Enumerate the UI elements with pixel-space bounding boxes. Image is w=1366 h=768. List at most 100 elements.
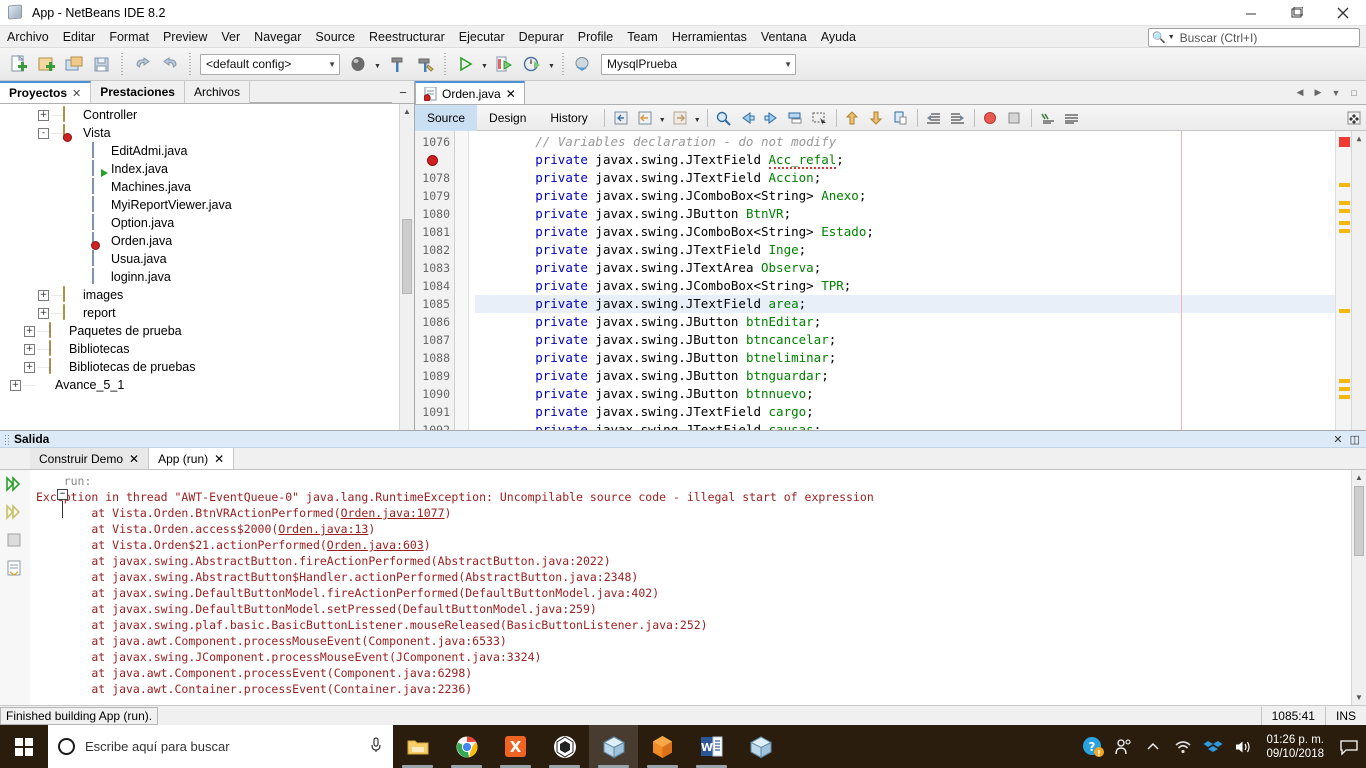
find-selection-icon[interactable] [712,107,736,129]
output-line[interactable]: at javax.swing.DefaultButtonModel.fireAc… [36,585,1366,601]
output-line[interactable]: at java.awt.Container.processEvent(Conta… [36,681,1366,697]
drag-handle[interactable] [4,433,10,445]
output-line[interactable]: at javax.swing.JComponent.processMouseEv… [36,649,1366,665]
build-project-button[interactable] [345,51,371,77]
toggle-highlight-icon[interactable] [784,107,808,129]
scrollbar-thumb[interactable] [1354,486,1364,556]
run-project-button[interactable] [452,51,478,77]
tab-design[interactable]: Design [477,105,538,131]
tree-item-paquetes-de-prueba[interactable]: + Paquetes de prueba [0,322,414,340]
warning-annotation[interactable] [1339,395,1350,399]
expand-icon[interactable]: + [24,361,35,373]
scroll-up-icon[interactable]: ▲ [1352,470,1366,485]
maximize-editor-icon[interactable]: □ [1346,88,1362,98]
chevron-down-icon[interactable]: ▼ [479,51,490,77]
config-select[interactable]: <default config> ▼ [200,53,340,75]
close-output-button[interactable]: ✕ [1333,433,1342,446]
tree-item-bibliotecas-de-pruebas[interactable]: + Bibliotecas de pruebas [0,358,414,376]
menu-profile[interactable]: Profile [571,28,620,46]
output-line[interactable]: at Vista.Orden$21.actionPerformed(Orden.… [36,537,1366,553]
database-connect-icon[interactable] [570,51,596,77]
show-hidden-icons-icon[interactable] [1138,725,1168,768]
menu-reestructurar[interactable]: Reestructurar [362,28,452,46]
output-line[interactable]: run: [36,473,1366,489]
stop-macro-recording-icon[interactable] [1003,107,1027,129]
collapse-stacktrace-icon[interactable]: − [57,489,68,500]
menu-navegar[interactable]: Navegar [247,28,308,46]
dropbox-icon[interactable] [1198,725,1228,768]
next-bookmark-icon[interactable] [865,107,889,129]
output-line[interactable]: at javax.swing.AbstractButton.fireAction… [36,553,1366,569]
debug-project-button[interactable] [491,51,517,77]
tree-item-editadmi-java[interactable]: EditAdmi.java [0,142,414,160]
expand-icon[interactable]: + [24,325,35,337]
maximize-editor-window-icon[interactable] [1342,107,1366,129]
expand-icon[interactable]: + [38,307,49,319]
float-output-button[interactable]: ◫ [1350,433,1360,446]
menu-team[interactable]: Team [620,28,665,46]
clean-and-build-button[interactable] [412,51,438,77]
output-tab-app-run[interactable]: App (run) ✕ [149,448,235,469]
tab-source[interactable]: Source [415,104,478,131]
close-icon[interactable]: ✕ [72,87,81,100]
scroll-up-icon[interactable]: ▲ [1352,131,1366,146]
database-select[interactable]: MysqlPrueba ▼ [601,53,796,75]
scroll-down-icon[interactable]: ▼ [1352,690,1366,705]
warning-annotation[interactable] [1339,379,1350,383]
stacktrace-link[interactable]: Orden.java:603 [327,538,424,552]
code-line[interactable]: // Variables declaration - do not modify [475,133,1335,151]
menu-ejecutar[interactable]: Ejecutar [452,28,512,46]
close-icon[interactable]: ✕ [214,452,224,466]
search-input[interactable]: 🔍 ▼ Buscar (Ctrl+I) [1148,28,1360,47]
expand-icon[interactable]: + [38,109,49,121]
tree-item-myireportviewer-java[interactable]: MyiReportViewer.java [0,196,414,214]
open-project-button[interactable] [61,51,87,77]
chevron-down-icon[interactable]: ▼ [546,51,557,77]
new-file-button[interactable] [5,51,31,77]
code-line[interactable]: private javax.swing.JButton btnEditar; [475,313,1335,331]
virtualbox-cube-icon[interactable] [589,725,638,768]
expand-icon[interactable]: + [38,289,49,301]
output-line[interactable]: Exception in thread "AWT-EventQueue-0" j… [36,489,1366,505]
menu-depurar[interactable]: Depurar [512,28,571,46]
tree-item-controller[interactable]: + Controller [0,106,414,124]
code-line[interactable]: private javax.swing.JTextField Acc_refal… [475,151,1335,169]
profile-project-button[interactable] [519,51,545,77]
menu-ver[interactable]: Ver [214,28,247,46]
tab-archivos[interactable]: Archivos [184,81,250,103]
find-previous-icon[interactable] [736,107,760,129]
maximize-button[interactable] [1274,0,1320,26]
warning-annotation[interactable] [1339,201,1350,205]
output-line[interactable]: at javax.swing.DefaultButtonModel.setPre… [36,601,1366,617]
code-line[interactable]: private javax.swing.JButton btncancelar; [475,331,1335,349]
close-icon[interactable]: ✕ [129,452,139,466]
chevron-down-icon[interactable]: ▼ [692,105,703,131]
tree-item-images[interactable]: + images [0,286,414,304]
rerun-with-different-params-icon[interactable] [0,498,28,526]
stacktrace-link[interactable]: Orden.java:13 [278,522,368,536]
find-next-icon[interactable] [760,107,784,129]
warning-annotation[interactable] [1339,183,1350,187]
collapse-icon[interactable]: - [38,127,49,139]
editor-tab-orden-java[interactable]: Orden.java ✕ [415,81,525,104]
warning-annotation[interactable] [1339,387,1350,391]
windows-start-button[interactable] [0,725,48,768]
clean-build-button[interactable] [384,51,410,77]
clear-output-icon[interactable] [0,554,28,582]
warning-annotation[interactable] [1339,229,1350,233]
scroll-tabs-right-icon[interactable]: ▶ [1310,87,1326,98]
microphone-icon[interactable] [369,736,383,757]
tree-item-loginn-java[interactable]: loginn.java [0,268,414,286]
rectangular-selection-icon[interactable] [808,107,832,129]
code-line[interactable]: private javax.swing.JTextField Inge; [475,241,1335,259]
output-line[interactable]: at javax.swing.AbstractButton$Handler.ac… [36,569,1366,585]
output-line[interactable]: at Vista.Orden.access$2000(Orden.java:13… [36,521,1366,537]
uncomment-icon[interactable] [1060,107,1084,129]
code-line[interactable]: private javax.swing.JComboBox<String> TP… [475,277,1335,295]
tree-item-option-java[interactable]: Option.java [0,214,414,232]
close-button[interactable] [1320,0,1366,26]
orange-hexagon-icon[interactable] [638,725,687,768]
help-icon[interactable]: ?! [1078,725,1108,768]
tree-item-report[interactable]: + report [0,304,414,322]
volume-icon[interactable] [1228,725,1258,768]
